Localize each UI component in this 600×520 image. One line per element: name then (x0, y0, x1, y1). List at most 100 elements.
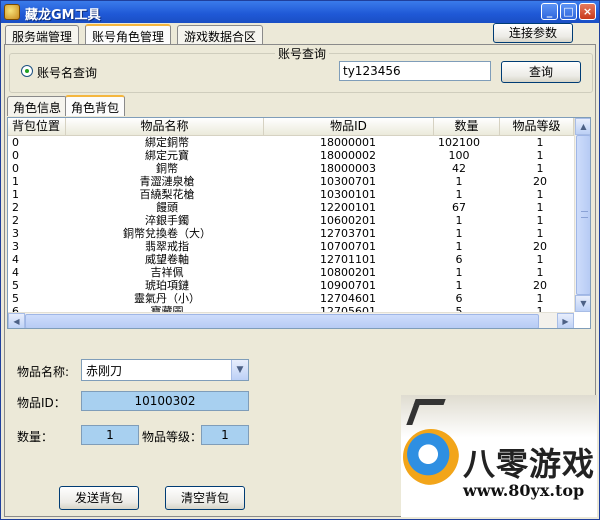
cell-quantity: 1 (455, 175, 463, 188)
cell-slot: 4 (12, 266, 19, 279)
quantity-field[interactable]: 1 (81, 425, 139, 445)
table-row[interactable]: 0 銅幣 18000003 42 1 (8, 162, 574, 175)
cell-item-name: 吉祥佩 (150, 266, 184, 279)
connect-params-button[interactable]: 连接参数 (493, 23, 573, 43)
title-bar[interactable]: 藏龙GM工具 _ □ × (1, 1, 599, 23)
minimize-button[interactable]: _ (541, 3, 558, 20)
table-row[interactable]: 5 琥珀項鏈 10900701 1 20 (8, 279, 574, 292)
cell-item-name: 饅頭 (156, 201, 178, 214)
cell-slot: 2 (12, 214, 19, 227)
cell-item-id: 10900701 (320, 279, 376, 292)
account-name-radio-label[interactable]: 账号名查询 (37, 64, 97, 81)
item-level-field[interactable]: 1 (201, 425, 249, 445)
window-title: 藏龙GM工具 (25, 8, 101, 23)
cell-item-name: 銅幣兌換卷（大） (123, 227, 211, 240)
column-header-item-id[interactable]: 物品ID (264, 118, 434, 136)
watermark-logo-icon (403, 429, 459, 485)
cell-item-level: 1 (536, 266, 544, 279)
cell-item-name: 綁定元寶 (145, 149, 189, 162)
table-row[interactable]: 4 威望卷軸 12701101 6 1 (8, 253, 574, 266)
cell-item-level: 1 (536, 292, 544, 305)
item-name-label: 物品名称: (17, 365, 70, 379)
query-button[interactable]: 查询 (501, 61, 581, 83)
grid-header: 背包位置 物品名称 物品ID 数量 物品等级 (8, 118, 574, 136)
cell-quantity: 6 (455, 292, 463, 305)
cell-item-id: 10800201 (320, 266, 376, 279)
app-icon (4, 4, 20, 20)
cell-item-level: 20 (533, 279, 547, 292)
cell-quantity: 67 (452, 201, 466, 214)
cell-slot: 5 (12, 279, 19, 292)
table-row[interactable]: 0 綁定銅幣 18000001 102100 1 (8, 136, 574, 149)
cell-quantity: 1 (455, 214, 463, 227)
vertical-scroll-thumb[interactable] (576, 135, 590, 295)
column-header-slot[interactable]: 背包位置 (8, 118, 66, 136)
cell-slot: 1 (12, 188, 19, 201)
chevron-down-icon[interactable]: ▼ (231, 360, 248, 380)
item-name-value: 赤刚刀 (86, 364, 123, 378)
table-row[interactable]: 4 吉祥佩 10800201 1 1 (8, 266, 574, 279)
cell-item-name: 百繞梨花槍 (139, 188, 195, 201)
cell-quantity: 1 (455, 266, 463, 279)
cell-item-name: 琥珀項鏈 (145, 279, 189, 292)
table-row[interactable]: 3 翡翠戒指 10700701 1 20 (8, 240, 574, 253)
column-header-item-name[interactable]: 物品名称 (66, 118, 264, 136)
scroll-up-arrow-icon[interactable]: ▲ (575, 118, 590, 135)
account-name-radio[interactable] (21, 65, 33, 77)
clear-backpack-button[interactable]: 清空背包 (165, 486, 245, 510)
tab-role-info[interactable]: 角色信息 (7, 96, 68, 116)
scroll-left-arrow-icon[interactable]: ◀ (8, 313, 25, 328)
cell-item-id: 10700701 (320, 240, 376, 253)
tab-game-data-merge[interactable]: 游戏数据合区 (177, 25, 264, 45)
app-window: 藏龙GM工具 _ □ × 服务端管理 账号角色管理 游戏数据合区 连接参数 账号… (0, 0, 600, 520)
horizontal-scroll-thumb[interactable] (25, 314, 539, 328)
cell-item-id: 18000001 (320, 136, 376, 149)
table-row[interactable]: 1 百繞梨花槍 10300101 1 1 (8, 188, 574, 201)
backpack-grid: 背包位置 物品名称 物品ID 数量 物品等级 0 綁定銅幣 18000001 1021… (7, 117, 591, 329)
table-row[interactable]: 2 淬銀手鐲 10600201 1 1 (8, 214, 574, 227)
tab-role-backpack[interactable]: 角色背包 (65, 95, 126, 116)
tab-server-management[interactable]: 服务端管理 (5, 25, 80, 45)
close-button[interactable]: × (579, 3, 596, 20)
cell-item-name: 靈氣丹（小） (134, 292, 200, 305)
watermark-text: 八零游戏 (463, 445, 596, 483)
table-row[interactable]: 3 銅幣兌換卷（大） 12703701 1 1 (8, 227, 574, 240)
item-id-field[interactable]: 10100302 (81, 391, 249, 411)
account-search-input[interactable] (339, 61, 491, 81)
table-row[interactable]: 1 青澀漣泉槍 10300701 1 20 (8, 175, 574, 188)
cell-item-level: 20 (533, 240, 547, 253)
cell-item-id: 12703701 (320, 227, 376, 240)
tab-account-role-management[interactable]: 账号角色管理 (85, 24, 172, 45)
cell-item-level: 1 (536, 162, 544, 175)
vertical-scrollbar[interactable]: ▲ ▼ (574, 118, 590, 312)
cell-item-level: 1 (536, 201, 544, 214)
cell-slot: 0 (12, 149, 19, 162)
scroll-down-arrow-icon[interactable]: ▼ (575, 295, 590, 312)
cell-slot: 1 (12, 175, 19, 188)
cell-item-level: 1 (536, 188, 544, 201)
maximize-button[interactable]: □ (560, 3, 577, 20)
item-level-label: 物品等级： (142, 430, 203, 444)
horizontal-scrollbar[interactable]: ◀ ▶ (8, 312, 574, 328)
table-row[interactable]: 2 饅頭 12200101 67 1 (8, 201, 574, 214)
table-row[interactable]: 0 綁定元寶 18000002 100 1 (8, 149, 574, 162)
column-header-item-level[interactable]: 物品等级 (500, 118, 574, 136)
column-header-quantity[interactable]: 数量 (434, 118, 500, 136)
send-backpack-button[interactable]: 发送背包 (59, 486, 139, 510)
scroll-right-arrow-icon[interactable]: ▶ (557, 313, 574, 328)
cell-item-name: 綁定銅幣 (145, 136, 189, 149)
cell-item-name: 翡翠戒指 (145, 240, 189, 253)
quantity-label: 数量： (17, 430, 54, 444)
cell-item-level: 1 (536, 214, 544, 227)
item-name-combo[interactable]: 赤刚刀 ▼ (81, 359, 249, 381)
cell-quantity: 102100 (438, 136, 480, 149)
cell-slot: 0 (12, 136, 19, 149)
cell-slot: 5 (12, 292, 19, 305)
cell-quantity: 42 (452, 162, 466, 175)
cell-slot: 0 (12, 162, 19, 175)
item-id-label: 物品ID： (17, 396, 66, 410)
watermark-url: www.80yx.top (463, 481, 585, 500)
account-query-group-label: 账号查询 (275, 45, 330, 62)
table-row[interactable]: 5 靈氣丹（小） 12704601 6 1 (8, 292, 574, 305)
cell-quantity: 1 (455, 227, 463, 240)
